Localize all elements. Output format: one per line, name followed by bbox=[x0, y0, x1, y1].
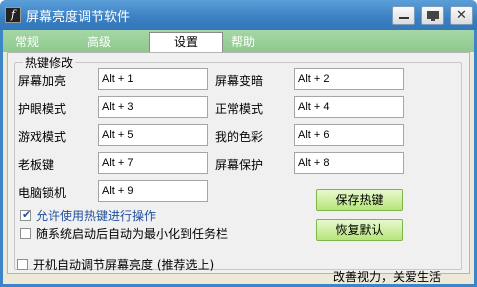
hotkey-label: 游戏模式 bbox=[18, 130, 67, 144]
group-title: 热键修改 bbox=[23, 54, 76, 71]
settings-panel: 热键修改 屏幕加亮 Alt + 1 屏幕变暗 Alt + 2 护眼模式 Alt … bbox=[7, 52, 470, 274]
title-bar[interactable]: f 屏幕亮度调节软件 ✕ bbox=[0, 0, 477, 30]
hotkey-field-game[interactable]: Alt + 5 bbox=[98, 124, 208, 146]
monitor-icon bbox=[427, 11, 439, 19]
close-icon: ✕ bbox=[456, 8, 467, 23]
hotkey-field-lock[interactable]: Alt + 9 bbox=[98, 180, 208, 202]
check-icon: ✔ bbox=[22, 208, 32, 221]
minimize-on-start-checkbox[interactable] bbox=[20, 228, 31, 239]
hotkey-label: 老板键 bbox=[18, 158, 55, 172]
autostart-label[interactable]: 开机自动调节屏幕亮度 (推荐选上) bbox=[33, 256, 214, 273]
hotkey-label: 护眼模式 bbox=[18, 102, 67, 116]
tab-advanced[interactable]: 高级 bbox=[79, 33, 119, 52]
tab-help[interactable]: 帮助 bbox=[223, 33, 263, 52]
hotkey-label: 我的色彩 bbox=[215, 130, 264, 144]
app-window: f 屏幕亮度调节软件 ✕ 常规 高级 设置 帮助 热键修改 屏幕加亮 Alt +… bbox=[0, 0, 477, 287]
tab-general[interactable]: 常规 bbox=[7, 33, 47, 52]
hotkey-label: 屏幕保护 bbox=[215, 158, 264, 172]
hotkey-label: 电脑锁机 bbox=[18, 186, 67, 200]
slogan-text: 改善视力，关爱生活 bbox=[333, 270, 442, 284]
enable-hotkeys-checkbox[interactable]: ✔ bbox=[20, 208, 32, 221]
app-icon: f bbox=[5, 7, 21, 23]
hotkey-label: 正常模式 bbox=[215, 102, 264, 116]
close-button[interactable]: ✕ bbox=[450, 6, 473, 25]
tab-settings[interactable]: 设置 bbox=[149, 32, 223, 52]
hotkey-field-boss-key[interactable]: Alt + 7 bbox=[98, 152, 208, 174]
hotkey-label: 屏幕变暗 bbox=[215, 74, 264, 88]
hotkey-label: 屏幕加亮 bbox=[18, 74, 67, 88]
minimize-button[interactable] bbox=[392, 6, 415, 25]
window-title: 屏幕亮度调节软件 bbox=[26, 10, 131, 25]
hotkey-field-eye-care[interactable]: Alt + 3 bbox=[98, 96, 208, 118]
minimize-icon bbox=[399, 17, 409, 19]
save-hotkeys-button[interactable]: 保存热键 bbox=[316, 189, 403, 211]
hotkey-field-darken[interactable]: Alt + 2 bbox=[294, 68, 404, 90]
hotkey-field-my-color[interactable]: Alt + 6 bbox=[294, 124, 404, 146]
autostart-checkbox[interactable] bbox=[17, 259, 28, 270]
restore-defaults-button[interactable]: 恢复默认 bbox=[316, 219, 403, 241]
minimize-on-start-label[interactable]: 随系统启动后自动为最小化到任务栏 bbox=[36, 225, 228, 242]
hotkey-field-brighten[interactable]: Alt + 1 bbox=[98, 68, 208, 90]
tab-strip: 常规 高级 设置 帮助 bbox=[3, 30, 474, 52]
hotkey-field-screensaver[interactable]: Alt + 8 bbox=[294, 152, 404, 174]
hotkey-group: 热键修改 屏幕加亮 Alt + 1 屏幕变暗 Alt + 2 护眼模式 Alt … bbox=[14, 54, 462, 270]
hotkey-field-normal[interactable]: Alt + 4 bbox=[294, 96, 404, 118]
menu-button[interactable] bbox=[421, 6, 444, 25]
enable-hotkeys-label[interactable]: 允许使用热键进行操作 bbox=[36, 207, 156, 224]
client-area: 常规 高级 设置 帮助 热键修改 屏幕加亮 Alt + 1 屏幕变暗 Alt +… bbox=[3, 30, 474, 284]
